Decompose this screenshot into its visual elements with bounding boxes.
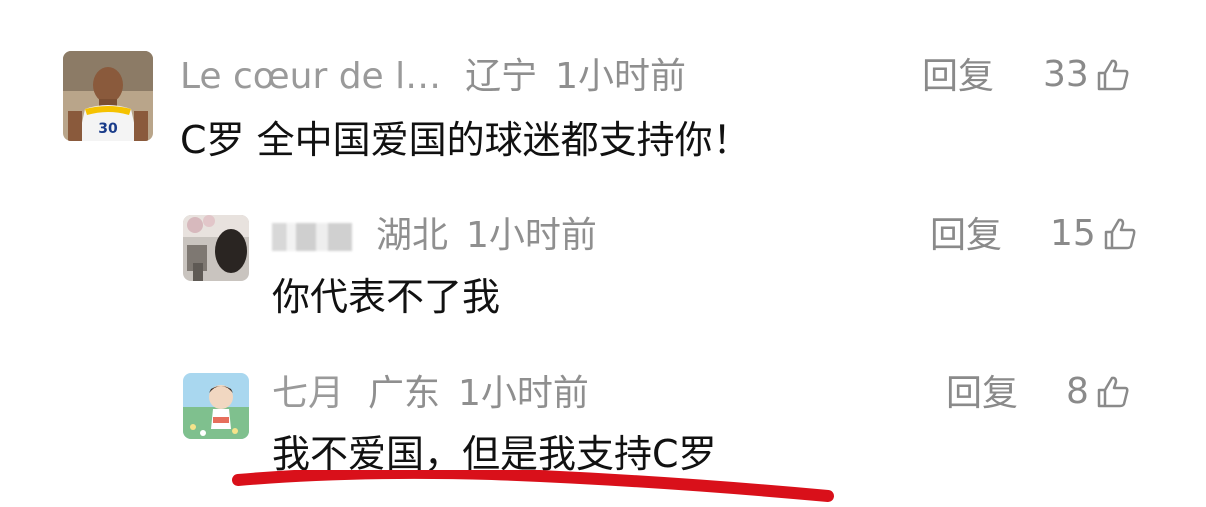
thumbs-up-icon xyxy=(1102,216,1138,252)
timestamp: 1小时前 xyxy=(466,215,597,256)
comment-meta: 七月 广东 1小时前 xyxy=(272,374,613,414)
comment-text: C罗 全中国爱国的球迷都支持你！ xyxy=(180,118,751,162)
like-count: 8 xyxy=(1066,371,1089,412)
region: 辽宁 xyxy=(465,56,538,97)
reply-button[interactable]: 回复 xyxy=(946,374,1018,414)
region: 湖北 xyxy=(376,215,449,256)
like-button[interactable]: 15 xyxy=(1050,214,1138,254)
like-button[interactable]: 33 xyxy=(1043,55,1131,95)
comment-meta: 湖北 1小时前 xyxy=(272,216,621,256)
reply-button[interactable]: 回复 xyxy=(922,57,994,97)
svg-text:30: 30 xyxy=(98,121,118,137)
username[interactable]: Le cœur de l… xyxy=(180,56,441,97)
red-underline-annotation xyxy=(232,470,834,502)
avatar[interactable] xyxy=(183,373,249,439)
like-count: 33 xyxy=(1043,54,1089,95)
username[interactable]: 七月 xyxy=(272,373,344,414)
reply-button[interactable]: 回复 xyxy=(930,216,1002,256)
thumbs-up-icon xyxy=(1095,374,1131,410)
timestamp: 1小时前 xyxy=(555,56,687,97)
comment-meta: Le cœur de l… 辽宁 1小时前 xyxy=(180,57,710,97)
avatar[interactable] xyxy=(183,215,249,281)
avatar[interactable]: 30 xyxy=(63,51,153,141)
timestamp: 1小时前 xyxy=(458,373,589,414)
blurred-username[interactable] xyxy=(272,223,352,251)
thumbs-up-icon xyxy=(1095,57,1131,93)
comment-text: 你代表不了我 xyxy=(272,275,501,319)
region: 广东 xyxy=(368,373,441,414)
like-button[interactable]: 8 xyxy=(1066,372,1131,412)
like-count: 15 xyxy=(1050,213,1096,254)
